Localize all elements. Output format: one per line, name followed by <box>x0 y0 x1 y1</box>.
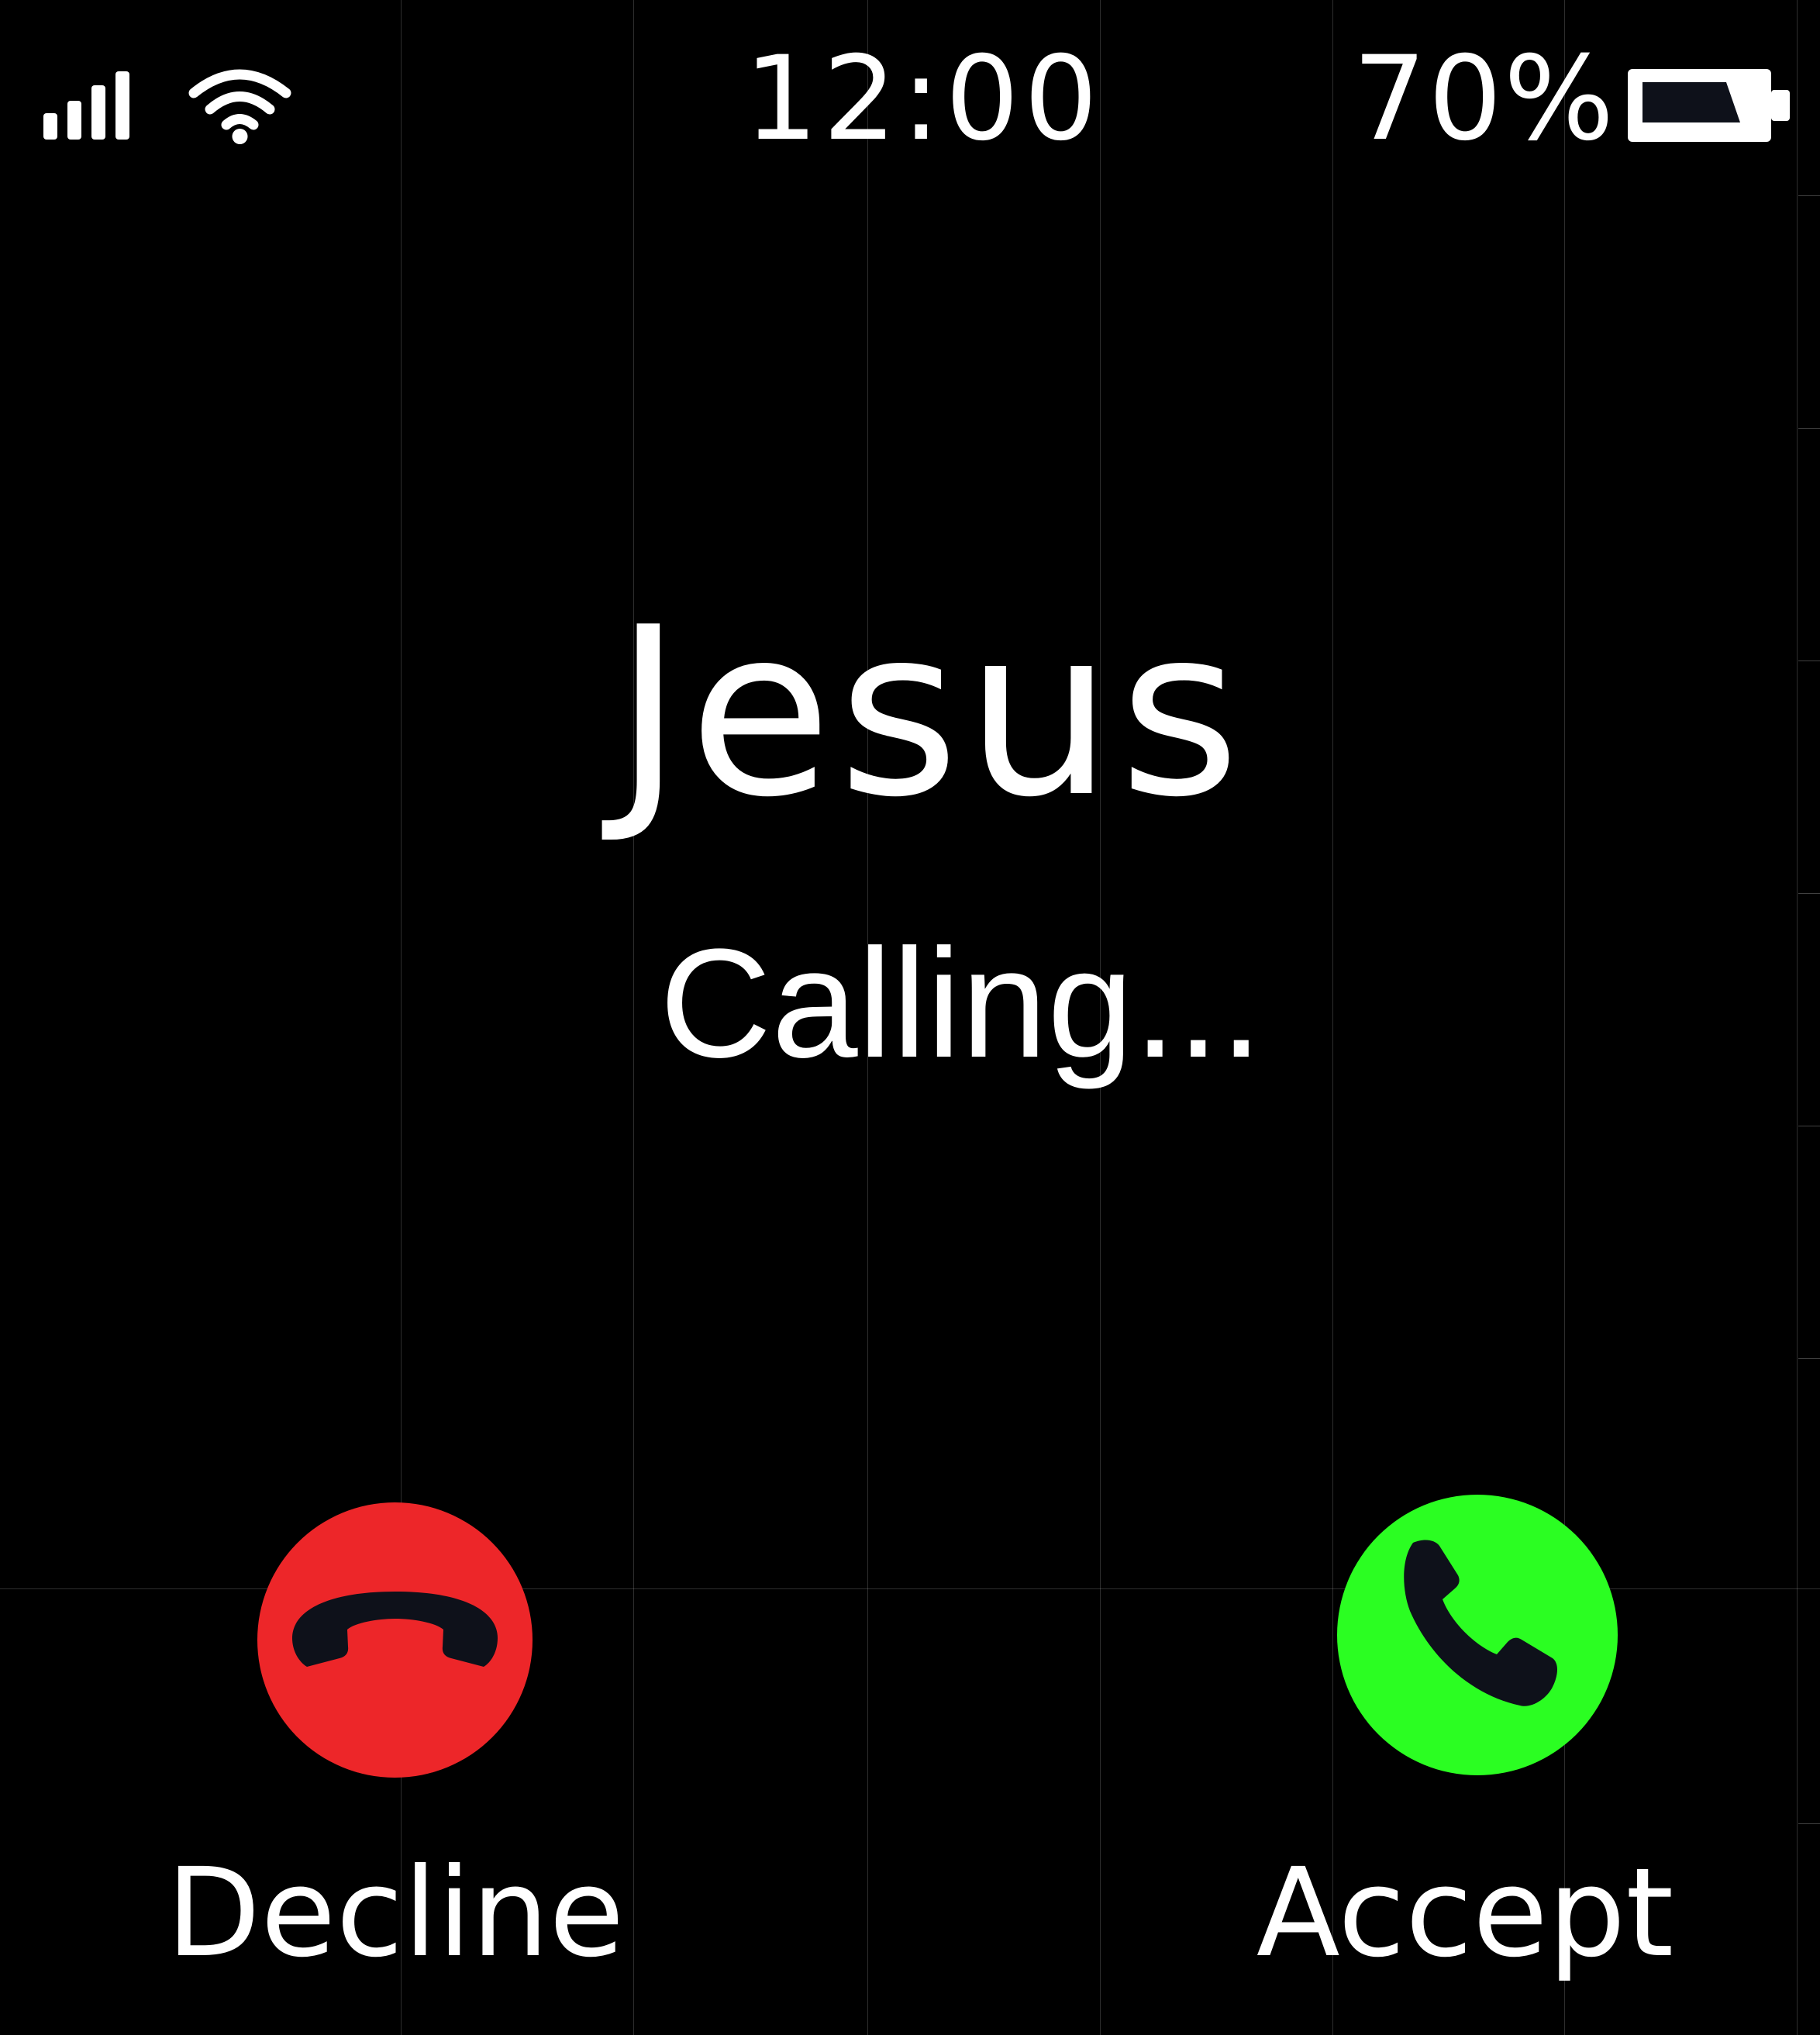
accept-button[interactable] <box>1337 1495 1618 1775</box>
status-bar: 12:00 70% <box>0 0 1820 202</box>
cellular-signal-icon <box>43 71 129 140</box>
decline-label[interactable]: Decline <box>140 1851 651 1975</box>
grid-tick <box>1798 1823 1820 1824</box>
phone-icon <box>1404 1540 1557 1706</box>
incoming-call-screen: 12:00 70% Jesus Calling... Decline Accep… <box>0 0 1820 2035</box>
wifi-icon <box>188 69 291 144</box>
grid-tick <box>1798 893 1820 894</box>
grid-tick <box>1798 1358 1820 1359</box>
battery-percentage: 70% <box>1353 32 1616 167</box>
decline-button[interactable] <box>257 1502 533 1778</box>
grid-tick <box>1798 428 1820 429</box>
phone-hangup-icon <box>292 1592 498 1667</box>
caller-name: Jesus <box>614 578 1246 848</box>
status-bar-time: 12:00 <box>744 32 1103 167</box>
accept-label[interactable]: Accept <box>1240 1851 1690 1975</box>
grid-line <box>1332 0 1333 2035</box>
call-status-text: Calling... <box>659 917 1263 1090</box>
battery-fill <box>1642 82 1740 122</box>
grid-line <box>1797 0 1798 2035</box>
battery-icon <box>1628 69 1790 142</box>
